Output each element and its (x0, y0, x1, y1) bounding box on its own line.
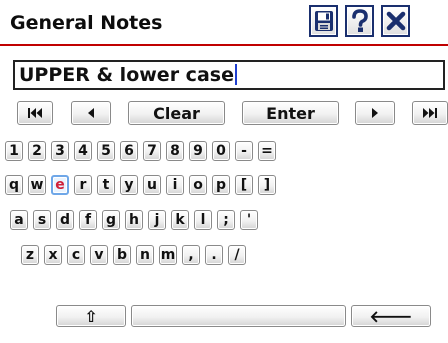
help-button[interactable] (345, 5, 374, 37)
key-equals[interactable]: = (258, 141, 276, 161)
key-f[interactable]: f (79, 210, 97, 230)
key-0[interactable]: 0 (212, 141, 230, 161)
key-comma[interactable]: , (182, 245, 200, 265)
key-n[interactable]: n (136, 245, 154, 265)
text-caret (234, 64, 237, 85)
key-7[interactable]: 7 (143, 141, 161, 161)
text-input[interactable]: UPPER & lower case (13, 60, 445, 90)
key-p[interactable]: p (212, 175, 230, 195)
key-6[interactable]: 6 (120, 141, 138, 161)
text-input-value: UPPER & lower case (19, 64, 234, 86)
help-icon (351, 9, 368, 32)
arrow-left-icon (88, 108, 94, 118)
key-apostrophe[interactable]: ' (240, 210, 258, 230)
skip-to-start-button[interactable] (17, 101, 53, 125)
key-l[interactable]: l (194, 210, 212, 230)
key-x[interactable]: x (44, 245, 62, 265)
backspace-icon: 🡐 (369, 307, 413, 326)
key-period[interactable]: . (205, 245, 223, 265)
key-s[interactable]: s (33, 210, 51, 230)
key-minus[interactable]: - (235, 141, 253, 161)
title-divider (0, 44, 448, 46)
key-o[interactable]: o (189, 175, 207, 195)
clear-button[interactable]: Clear (128, 101, 225, 125)
key-u[interactable]: u (143, 175, 161, 195)
close-button[interactable] (381, 5, 410, 37)
key-5[interactable]: 5 (97, 141, 115, 161)
key-right-bracket[interactable]: ] (258, 175, 276, 195)
key-g[interactable]: g (102, 210, 120, 230)
shift-icon: ⇧ (84, 306, 98, 326)
key-b[interactable]: b (113, 245, 131, 265)
key-semicolon[interactable]: ; (217, 210, 235, 230)
key-c[interactable]: c (67, 245, 85, 265)
key-a[interactable]: a (10, 210, 28, 230)
key-d[interactable]: d (56, 210, 74, 230)
key-k[interactable]: k (171, 210, 189, 230)
enter-button[interactable]: Enter (242, 101, 339, 125)
page-title: General Notes (10, 12, 163, 34)
key-t[interactable]: t (97, 175, 115, 195)
key-3[interactable]: 3 (51, 141, 69, 161)
arrow-right-icon (372, 108, 378, 118)
key-8[interactable]: 8 (166, 141, 184, 161)
key-e[interactable]: e (51, 175, 69, 195)
skip-to-end-icon (423, 108, 437, 118)
key-r[interactable]: r (74, 175, 92, 195)
skip-to-start-icon (28, 108, 42, 118)
key-1[interactable]: 1 (5, 141, 23, 161)
save-icon (314, 11, 333, 31)
key-y[interactable]: y (120, 175, 138, 195)
key-4[interactable]: 4 (74, 141, 92, 161)
key-slash[interactable]: / (228, 245, 246, 265)
key-z[interactable]: z (21, 245, 39, 265)
key-i[interactable]: i (166, 175, 184, 195)
key-left-bracket[interactable]: [ (235, 175, 253, 195)
cursor-left-button[interactable] (71, 101, 111, 125)
key-q[interactable]: q (5, 175, 23, 195)
key-m[interactable]: m (159, 245, 177, 265)
key-w[interactable]: w (28, 175, 46, 195)
cursor-right-button[interactable] (355, 101, 395, 125)
key-2[interactable]: 2 (28, 141, 46, 161)
save-button[interactable] (309, 5, 338, 37)
space-bar[interactable] (131, 305, 346, 327)
key-j[interactable]: j (148, 210, 166, 230)
close-icon (386, 11, 405, 31)
skip-to-end-button[interactable] (412, 101, 448, 125)
key-9[interactable]: 9 (189, 141, 207, 161)
key-h[interactable]: h (125, 210, 143, 230)
backspace-key[interactable]: 🡐 (351, 305, 431, 327)
key-v[interactable]: v (90, 245, 108, 265)
shift-key[interactable]: ⇧ (56, 305, 126, 327)
